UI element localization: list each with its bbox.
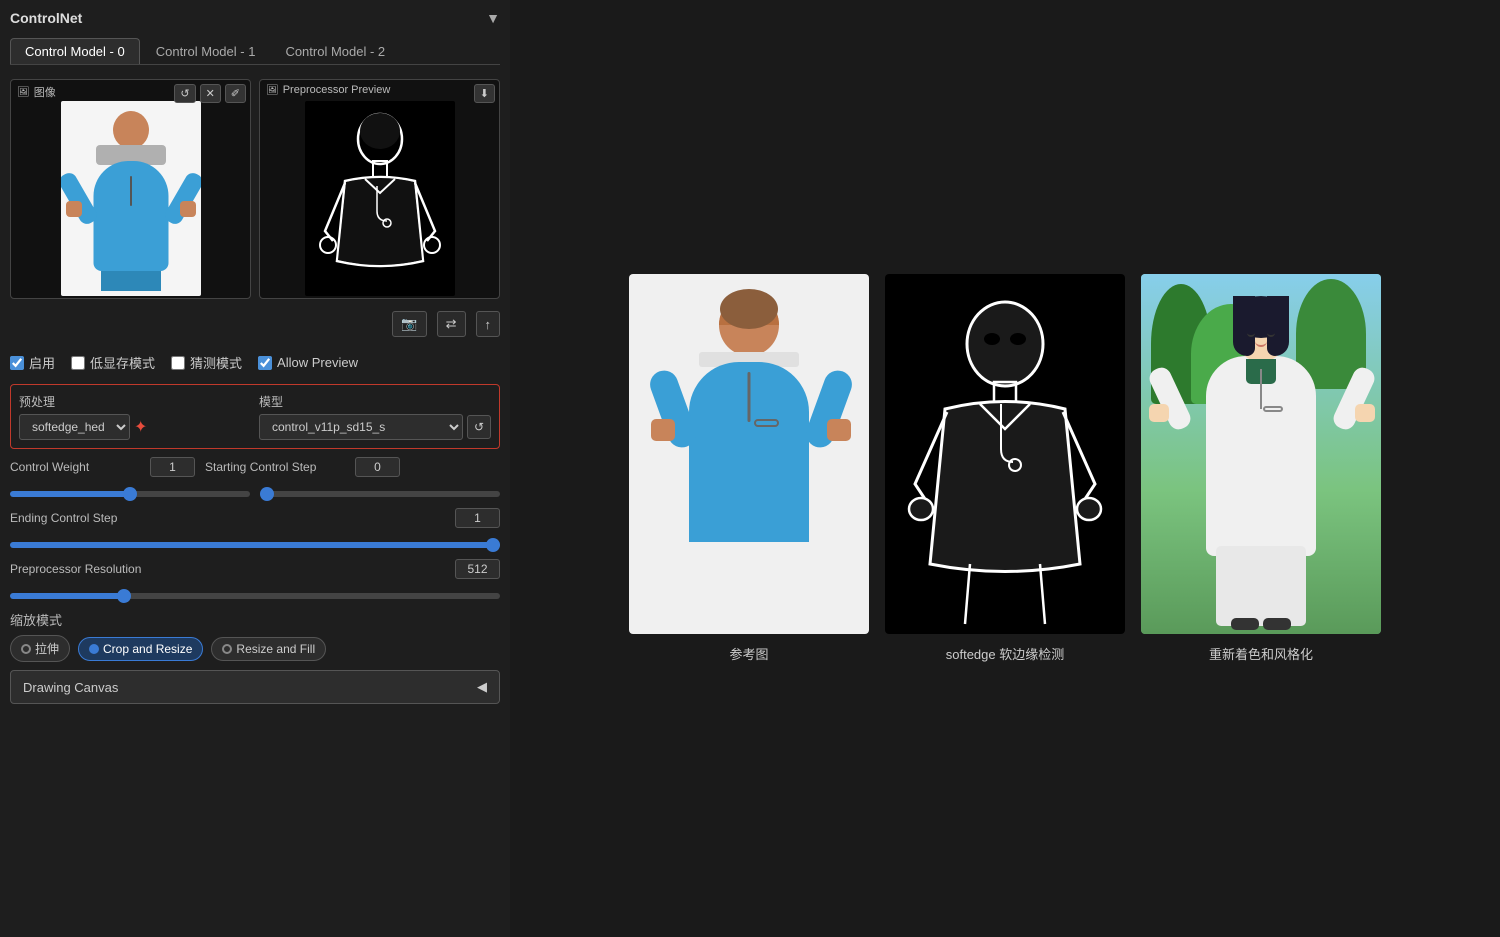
preprocessor-res-label: Preprocessor Resolution — [10, 562, 141, 576]
star-icon[interactable]: ✦ — [134, 417, 147, 437]
preprocessor-res-slider-container — [10, 587, 500, 602]
scale-mode-section: 缩放模式 拉伸 Crop and Resize Resize and Fill — [10, 610, 500, 662]
edge-detection-output — [885, 274, 1125, 634]
scale-resize-fill-option[interactable]: Resize and Fill — [211, 637, 326, 661]
swap-action-btn[interactable]: ⇄ — [437, 311, 466, 337]
allow-preview-checkbox[interactable]: Allow Preview — [258, 355, 358, 370]
preprocessor-preview-box[interactable]: 🖼 Preprocessor Preview ⬇ — [259, 79, 500, 299]
output-image-anime — [1141, 274, 1381, 634]
starting-step-value: 0 — [355, 457, 400, 477]
stretch-radio-dot — [21, 644, 31, 654]
crop-resize-radio-dot — [89, 644, 99, 654]
input-image-label: 🖼 图像 — [17, 84, 56, 100]
guess-mode-checkbox[interactable]: 猜测模式 — [171, 353, 242, 372]
output-col-reference: 参考图 — [629, 274, 869, 663]
preprocessor-label: 预处理 — [19, 393, 251, 410]
ending-step-label: Ending Control Step — [10, 511, 140, 525]
panel-header: ControlNet ▼ — [10, 10, 500, 26]
preprocessor-res-slider[interactable] — [10, 593, 500, 599]
anime-nurse-output — [1141, 274, 1381, 634]
edge-detection-label: softedge 软边缘检测 — [946, 644, 1065, 663]
control-net-panel: ControlNet ▼ Control Model - 0 Control M… — [0, 0, 510, 937]
model-refresh-btn[interactable]: ↺ — [467, 415, 491, 439]
model-section: 模型 control_v11p_sd15_s ↺ — [259, 393, 491, 440]
ending-step-value: 1 — [455, 508, 500, 528]
preprocessor-preview-label: 🖼 Preprocessor Preview — [266, 84, 390, 96]
edit-input-btn[interactable]: ✐ — [225, 84, 246, 103]
preprocessor-res-row: Preprocessor Resolution 512 — [10, 559, 500, 579]
low-vram-checkbox[interactable]: 低显存模式 — [71, 353, 155, 372]
output-col-anime: 重新着色和风格化 — [1141, 274, 1381, 663]
camera-action-btn[interactable]: 📷 — [392, 311, 426, 337]
ending-step-slider-container — [10, 536, 500, 551]
model-select[interactable]: control_v11p_sd15_s — [259, 414, 463, 440]
scale-mode-options: 拉伸 Crop and Resize Resize and Fill — [10, 635, 500, 662]
tab-control-model-1[interactable]: Control Model - 1 — [142, 38, 270, 64]
refresh-input-btn[interactable]: ↺ — [174, 84, 195, 103]
drawing-canvas-row[interactable]: Drawing Canvas ◀ — [10, 670, 500, 704]
ending-step-slider[interactable] — [10, 542, 500, 548]
panel-collapse-icon[interactable]: ▼ — [486, 10, 500, 26]
panel-title: ControlNet — [10, 10, 82, 26]
enable-checkbox[interactable]: 启用 — [10, 353, 55, 372]
drawing-canvas-label: Drawing Canvas — [23, 680, 118, 695]
reference-photo — [629, 274, 869, 634]
model-controls: control_v11p_sd15_s ↺ — [259, 414, 491, 440]
tab-control-model-0[interactable]: Control Model - 0 — [10, 38, 140, 64]
dual-slider-row — [10, 485, 500, 500]
preprocessor-controls: softedge_hed ✦ — [19, 414, 251, 440]
download-preview-btn[interactable]: ⬇ — [474, 84, 495, 103]
tab-bar: Control Model - 0 Control Model - 1 Cont… — [10, 38, 500, 65]
control-weight-slider-container — [10, 485, 250, 500]
preprocessor-model-section: 预处理 softedge_hed ✦ 模型 control_v11p_sd15_… — [10, 384, 500, 449]
output-col-edge: softedge 软边缘检测 — [885, 274, 1125, 663]
resize-fill-radio-dot — [222, 644, 232, 654]
preprocessor-res-value: 512 — [455, 559, 500, 579]
control-weight-value: 1 — [150, 457, 195, 477]
ending-step-row: Ending Control Step 1 — [10, 508, 500, 528]
starting-step-slider[interactable] — [260, 491, 500, 497]
input-image-controls: ↺ ✕ ✐ — [174, 84, 246, 103]
control-weight-label: Control Weight — [10, 460, 140, 474]
scale-crop-resize-option[interactable]: Crop and Resize — [78, 637, 203, 661]
options-checkbox-row: 启用 低显存模式 猜测模式 Allow Preview — [10, 349, 500, 376]
tab-control-model-2[interactable]: Control Model - 2 — [271, 38, 399, 64]
output-panel: 参考图 — [510, 0, 1500, 937]
preview-image-controls: ⬇ — [474, 84, 495, 103]
close-input-btn[interactable]: ✕ — [200, 84, 221, 103]
model-label: 模型 — [259, 393, 491, 410]
starting-step-slider-container — [260, 485, 500, 500]
output-image-edge — [885, 274, 1125, 634]
image-input-row: 🖼 图像 ↺ ✕ ✐ — [10, 79, 500, 299]
starting-step-label: Starting Control Step — [205, 460, 345, 474]
output-image-reference — [629, 274, 869, 634]
control-weight-slider[interactable] — [10, 491, 250, 497]
anime-nurse-label: 重新着色和风格化 — [1209, 644, 1313, 663]
preprocessor-select[interactable]: softedge_hed — [19, 414, 130, 440]
scale-stretch-option[interactable]: 拉伸 — [10, 635, 70, 662]
edge-detection-preview — [305, 101, 455, 296]
reference-image-label: 参考图 — [729, 644, 768, 663]
preprocessor-section: 预处理 softedge_hed ✦ — [19, 393, 251, 440]
action-buttons-row: 📷 ⇄ ↑ — [10, 307, 500, 341]
output-images-container: 参考图 — [629, 274, 1381, 663]
nurse-photo-preview — [61, 101, 201, 296]
upload-action-btn[interactable]: ↑ — [476, 311, 501, 337]
scale-mode-label: 缩放模式 — [10, 613, 62, 628]
drawing-canvas-icon: ◀ — [477, 679, 487, 695]
input-image-box[interactable]: 🖼 图像 ↺ ✕ ✐ — [10, 79, 251, 299]
weight-start-row: Control Weight 1 Starting Control Step 0 — [10, 457, 500, 477]
